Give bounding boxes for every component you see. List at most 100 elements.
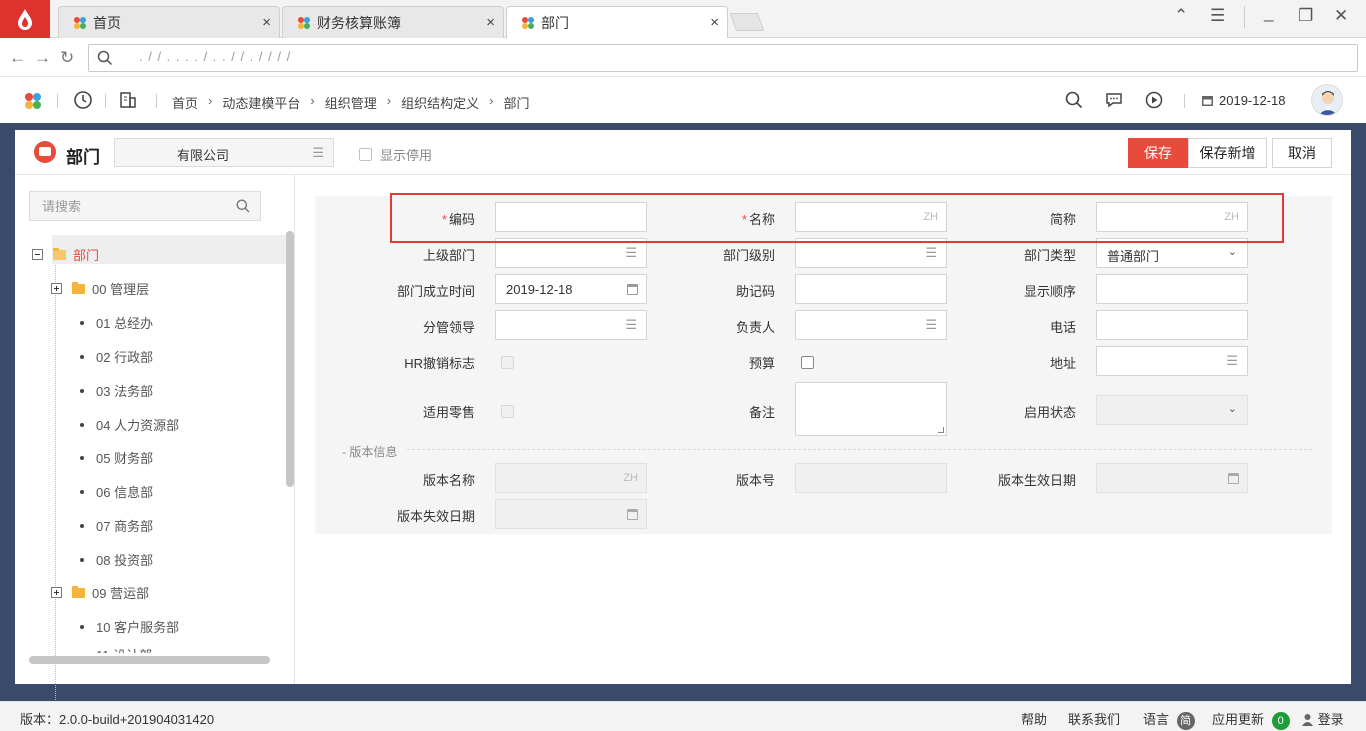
save-new-button[interactable]: 保存新增 [1188, 138, 1267, 168]
contact-link[interactable]: 联系我们 [1068, 709, 1120, 728]
building-icon[interactable] [119, 91, 137, 112]
established-value: 2019-12-18 [506, 282, 573, 297]
tree-overflow-clip: 11 设计部 [15, 641, 285, 653]
version-name-input[interactable]: ZH [495, 463, 647, 493]
app-update[interactable]: 应用更新 0 [1212, 709, 1290, 730]
company-name: 有限公司 [177, 148, 230, 163]
tree-item[interactable]: 01 总经办 [80, 313, 153, 332]
phone-label: 电话 [1049, 320, 1076, 335]
login-link[interactable]: 登录 [1301, 709, 1344, 729]
new-tab-button[interactable] [729, 13, 765, 31]
calendar-icon[interactable] [1228, 473, 1239, 484]
message-icon[interactable] [1105, 91, 1123, 112]
retail-checkbox[interactable] [501, 405, 514, 418]
version-no-input[interactable] [795, 463, 947, 493]
cancel-button[interactable]: 取消 [1272, 138, 1332, 168]
list-icon[interactable]: ☰ [625, 317, 637, 333]
tree-item-label: 11 设计部 [96, 645, 152, 653]
list-icon[interactable]: ☰ [312, 145, 324, 161]
tab-close-icon[interactable]: × [486, 14, 495, 31]
search-icon[interactable] [236, 199, 250, 216]
history-icon[interactable] [73, 90, 93, 113]
language-switch[interactable]: 语言 简 [1143, 709, 1195, 730]
minimize-icon[interactable]: _ [1264, 3, 1273, 23]
tab-home[interactable]: 首页 × [58, 6, 280, 38]
tree-root-label: 部门 [73, 248, 100, 263]
breadcrumb-item[interactable]: 组织结构定义 [401, 93, 479, 112]
expand-icon[interactable] [51, 283, 62, 294]
collapse-icon[interactable] [32, 249, 43, 260]
calendar-icon [1201, 94, 1214, 110]
show-disabled-toggle[interactable]: 显示停用 [359, 145, 432, 164]
tree-root-node[interactable]: 部门 [32, 245, 99, 264]
app-logo-icon[interactable] [23, 91, 43, 114]
tree-item[interactable]: 03 法务部 [80, 381, 153, 400]
breadcrumb-item[interactable]: 首页 [172, 93, 198, 112]
divider [57, 94, 58, 108]
calendar-icon[interactable] [627, 284, 638, 295]
list-icon[interactable]: ☰ [625, 245, 637, 261]
skin-icon[interactable]: ⌃ [1174, 6, 1188, 26]
close-window-icon[interactable]: ✕ [1334, 6, 1348, 26]
remark-textarea[interactable] [795, 382, 947, 436]
address-input[interactable]: ☰ [1096, 346, 1248, 376]
department-form: * 编码 * 名称 ZH 简称 ZH 上级部门 ☰ 部门级别 ☰ 部门类型 普通部门… [315, 196, 1332, 534]
company-selector[interactable]: 有限公司 ☰ [114, 138, 334, 167]
tree-horizontal-scrollbar[interactable] [29, 656, 270, 664]
tree-item[interactable]: 10 客户服务部 [80, 617, 179, 636]
version-expire-input[interactable] [495, 499, 647, 529]
menu-icon[interactable]: ☰ [1210, 6, 1225, 26]
save-button[interactable]: 保存 [1128, 138, 1188, 168]
enable-status-label: 启用状态 [1023, 405, 1076, 420]
remark-label: 备注 [748, 405, 775, 420]
tree-item[interactable]: 02 行政部 [80, 347, 153, 366]
tree-item[interactable]: 04 人力资源部 [80, 415, 179, 434]
avatar[interactable] [1311, 84, 1343, 116]
tree-item[interactable]: 09 营运部 [51, 583, 149, 602]
tree-item-label: 10 客户服务部 [96, 620, 180, 635]
expand-icon[interactable] [51, 587, 62, 598]
help-link[interactable]: 帮助 [1021, 709, 1047, 728]
tree-item[interactable]: 08 投资部 [80, 550, 153, 569]
tree-item[interactable]: 06 信息部 [80, 482, 153, 501]
breadcrumb-item[interactable]: 动态建模平台 [222, 93, 300, 112]
list-icon[interactable]: ☰ [1226, 353, 1238, 369]
forward-icon[interactable]: → [34, 48, 51, 68]
tree-search-input[interactable] [30, 192, 230, 220]
list-icon[interactable]: ☰ [925, 245, 937, 261]
tab-close-icon[interactable]: × [262, 14, 271, 31]
tab-close-icon[interactable]: × [710, 14, 719, 31]
url-input[interactable]: . / / . . . . / . . / / . / / / / [88, 44, 1358, 72]
divider [105, 94, 106, 108]
tree-vertical-scrollbar[interactable] [286, 231, 294, 487]
back-icon[interactable]: ← [9, 48, 26, 68]
browser-logo[interactable] [0, 0, 50, 38]
hr-revoke-checkbox[interactable] [501, 356, 514, 369]
enable-status-select[interactable]: ⌄ [1096, 395, 1248, 425]
show-disabled-checkbox[interactable] [359, 148, 372, 161]
tab-department[interactable]: 部门 × [506, 6, 728, 38]
tree-item[interactable]: 05 财务部 [80, 448, 153, 467]
tree-item-label: 05 财务部 [96, 451, 154, 466]
calendar-icon[interactable] [627, 509, 638, 520]
established-date-input[interactable]: 2019-12-18 [495, 274, 647, 304]
leaf-dot-icon [80, 422, 84, 427]
mnemonic-input[interactable] [795, 274, 947, 304]
search-icon[interactable] [1065, 91, 1083, 112]
tree-item[interactable]: 07 商务部 [80, 516, 153, 535]
reload-icon[interactable]: ↻ [60, 48, 74, 68]
tree-item[interactable]: 11 设计部 [80, 645, 152, 653]
phone-input[interactable] [1096, 310, 1248, 340]
tree-item[interactable]: 00 管理层 [51, 279, 149, 298]
tab-ledger[interactable]: 财务核算账簿 × [282, 6, 504, 38]
play-icon[interactable] [1145, 91, 1163, 112]
breadcrumb-item[interactable]: 组织管理 [325, 93, 377, 112]
budget-checkbox[interactable] [801, 356, 814, 369]
maximize-icon[interactable]: ❐ [1298, 6, 1313, 26]
owner-input[interactable]: ☰ [795, 310, 947, 340]
resize-handle-icon[interactable] [938, 427, 944, 433]
version-effective-input[interactable] [1096, 463, 1248, 493]
list-icon[interactable]: ☰ [925, 317, 937, 333]
display-order-input[interactable] [1096, 274, 1248, 304]
leader-input[interactable]: ☰ [495, 310, 647, 340]
